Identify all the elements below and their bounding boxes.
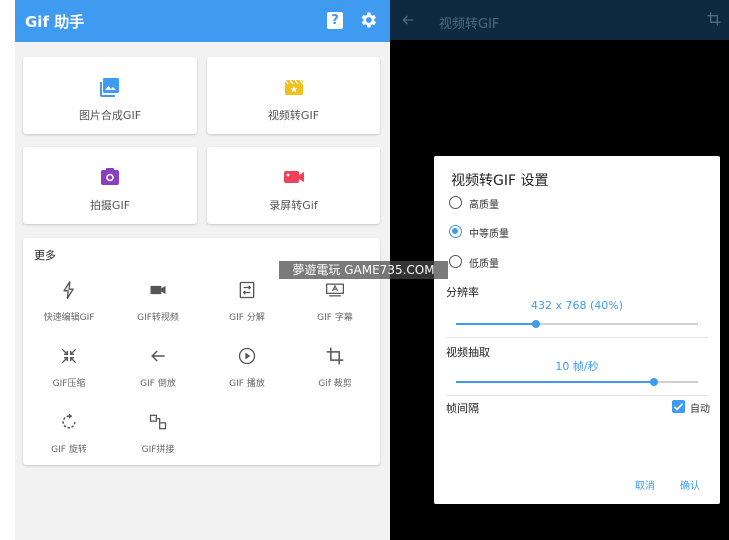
- divider: [446, 395, 708, 396]
- card-label: 图片合成GIF: [78, 109, 142, 122]
- play-icon: [238, 347, 256, 365]
- tool-label: Gif 裁剪: [318, 379, 352, 389]
- confirm-button[interactable]: 确认: [680, 477, 700, 492]
- radio-medium-quality[interactable]: 中等质量: [449, 224, 629, 240]
- arrow-back-icon[interactable]: [400, 12, 416, 28]
- crop-icon: [326, 347, 344, 365]
- join-icon: [149, 414, 167, 430]
- frame-rate-slider[interactable]: [456, 378, 698, 386]
- tool-gif-play[interactable]: GIF 播放: [203, 346, 291, 396]
- tool-label: GIF压缩: [52, 379, 86, 389]
- card-screen-record-gif[interactable]: 录屏转Gif: [207, 147, 380, 224]
- movie-icon: [283, 79, 304, 95]
- card-shoot-gif[interactable]: 拍摄GIF: [23, 147, 197, 224]
- radio-circle: [449, 196, 462, 209]
- toolbar-title: 视频转GIF: [439, 17, 500, 32]
- card-label: 视频转GIF: [267, 109, 320, 122]
- camera-icon: [101, 168, 119, 185]
- tool-label: GIF 分解: [229, 313, 265, 323]
- radio-circle-selected: [449, 225, 462, 238]
- tool-label: GIF 旋转: [51, 445, 87, 455]
- tool-label: GIF 播放: [229, 379, 265, 389]
- app-title: Gif 助手: [25, 13, 85, 31]
- tool-gif-compress[interactable]: GIF压缩: [25, 346, 113, 396]
- radio-circle: [449, 255, 462, 268]
- tool-gif-crop[interactable]: Gif 裁剪: [291, 346, 379, 396]
- tool-gif-to-video[interactable]: GIF转视频: [114, 280, 202, 330]
- section-title: 更多: [34, 249, 56, 262]
- subtitle-icon: [326, 283, 344, 297]
- slider-fill: [456, 381, 655, 383]
- card-label: 录屏转Gif: [269, 199, 318, 212]
- tool-gif-split[interactable]: GIF 分解: [203, 280, 291, 330]
- crop-icon[interactable]: [706, 11, 722, 27]
- frame-interval-label: 帧间隔: [446, 402, 479, 415]
- tool-gif-reverse[interactable]: GIF 倒放: [114, 346, 202, 396]
- auto-checkbox[interactable]: [672, 400, 685, 413]
- auto-checkbox-label: 自动: [690, 404, 710, 415]
- tool-gif-rotate[interactable]: GIF 旋转: [25, 412, 113, 462]
- compress-icon: [61, 348, 77, 364]
- tool-label: GIF 倒放: [140, 379, 176, 389]
- watermark: 夢遊電玩 GAME735.COM: [279, 261, 448, 279]
- cancel-button[interactable]: 取消: [635, 477, 655, 492]
- image-icon: [100, 78, 119, 97]
- resolution-label: 分辨率: [446, 286, 479, 299]
- frame-rate-value: 10 帧/秒: [555, 360, 599, 373]
- help-icon[interactable]: ?: [327, 12, 343, 29]
- slider-thumb[interactable]: [650, 378, 659, 386]
- resolution-value: 432 x 768 (40%): [530, 299, 624, 312]
- videocam-icon: [283, 171, 304, 183]
- tool-label: GIF 字幕: [317, 313, 353, 323]
- toolbar: 视频转GIF: [390, 0, 729, 40]
- app-bar: Gif 助手 ?: [15, 0, 390, 42]
- video-camera-icon: [150, 285, 166, 295]
- split-icon: [239, 281, 255, 299]
- card-images-to-gif[interactable]: 图片合成GIF: [23, 57, 197, 134]
- slider-fill: [456, 323, 536, 325]
- flash-icon: [63, 281, 74, 299]
- tool-label: GIF拼接: [141, 445, 175, 455]
- card-video-to-gif[interactable]: 视频转GIF: [207, 57, 380, 134]
- gear-icon[interactable]: [358, 10, 378, 30]
- tool-gif-subtitle[interactable]: GIF 字幕: [291, 280, 379, 330]
- arrow-back-icon: [151, 350, 165, 362]
- radio-high-quality[interactable]: 高质量: [449, 195, 629, 211]
- rotate-icon: [62, 413, 76, 429]
- tool-label: 快速编辑GIF: [43, 313, 95, 323]
- radio-low-quality[interactable]: 低质量: [449, 254, 629, 270]
- slider-thumb[interactable]: [531, 320, 540, 328]
- resolution-slider[interactable]: [456, 320, 698, 328]
- settings-dialog: 视频转GIF 设置 高质量 中等质量 低质量 分辨率 432 x 768 (40…: [434, 156, 720, 504]
- radio-label: 低质量: [469, 259, 499, 270]
- dialog-title: 视频转GIF 设置: [451, 173, 549, 189]
- card-label: 拍摄GIF: [89, 199, 131, 212]
- tool-gif-join[interactable]: GIF拼接: [114, 412, 202, 462]
- radio-label: 高质量: [469, 200, 499, 211]
- radio-label: 中等质量: [469, 229, 509, 240]
- tool-label: GIF转视频: [137, 313, 179, 323]
- tool-quick-edit[interactable]: 快速编辑GIF: [25, 280, 113, 330]
- divider: [446, 337, 708, 338]
